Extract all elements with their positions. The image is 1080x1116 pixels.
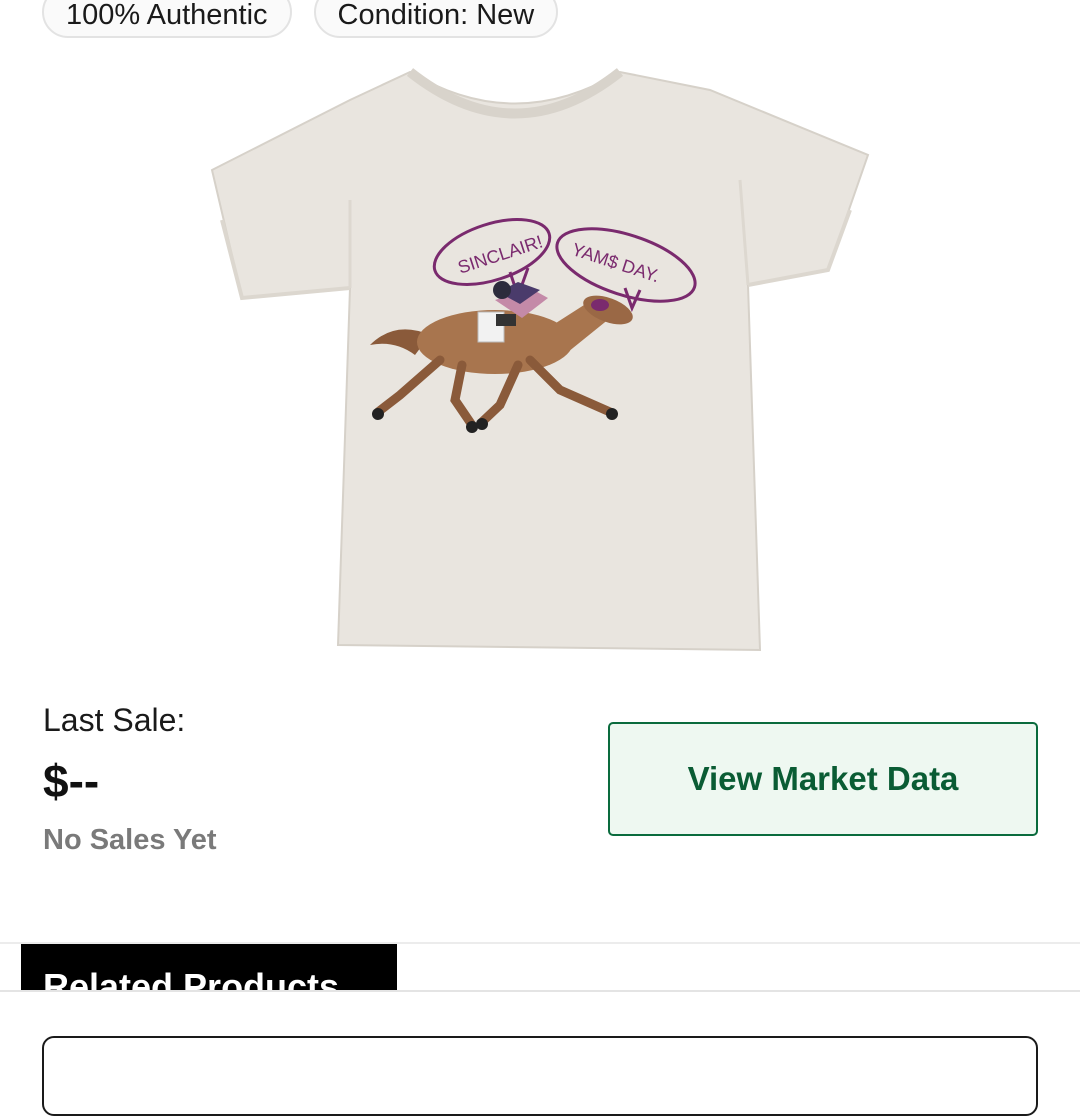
last-sale-label: Last Sale: (43, 702, 186, 738)
view-market-data-button[interactable]: View Market Data (608, 722, 1038, 836)
product-badges: 100% Authentic Condition: New (42, 0, 559, 38)
authentic-badge: 100% Authentic (42, 0, 292, 38)
related-products-tab-clip: Related Products (21, 944, 397, 990)
last-sale-price: $-- (43, 755, 100, 807)
related-product-card[interactable] (42, 1036, 1038, 1116)
condition-badge: Condition: New (313, 0, 559, 38)
tab-related-products[interactable]: Related Products (21, 944, 397, 990)
sales-status: No Sales Yet (43, 824, 217, 856)
product-image[interactable]: SINCLAIR! YAM$ DAY. (200, 60, 880, 660)
sheet-divider (0, 990, 1080, 992)
